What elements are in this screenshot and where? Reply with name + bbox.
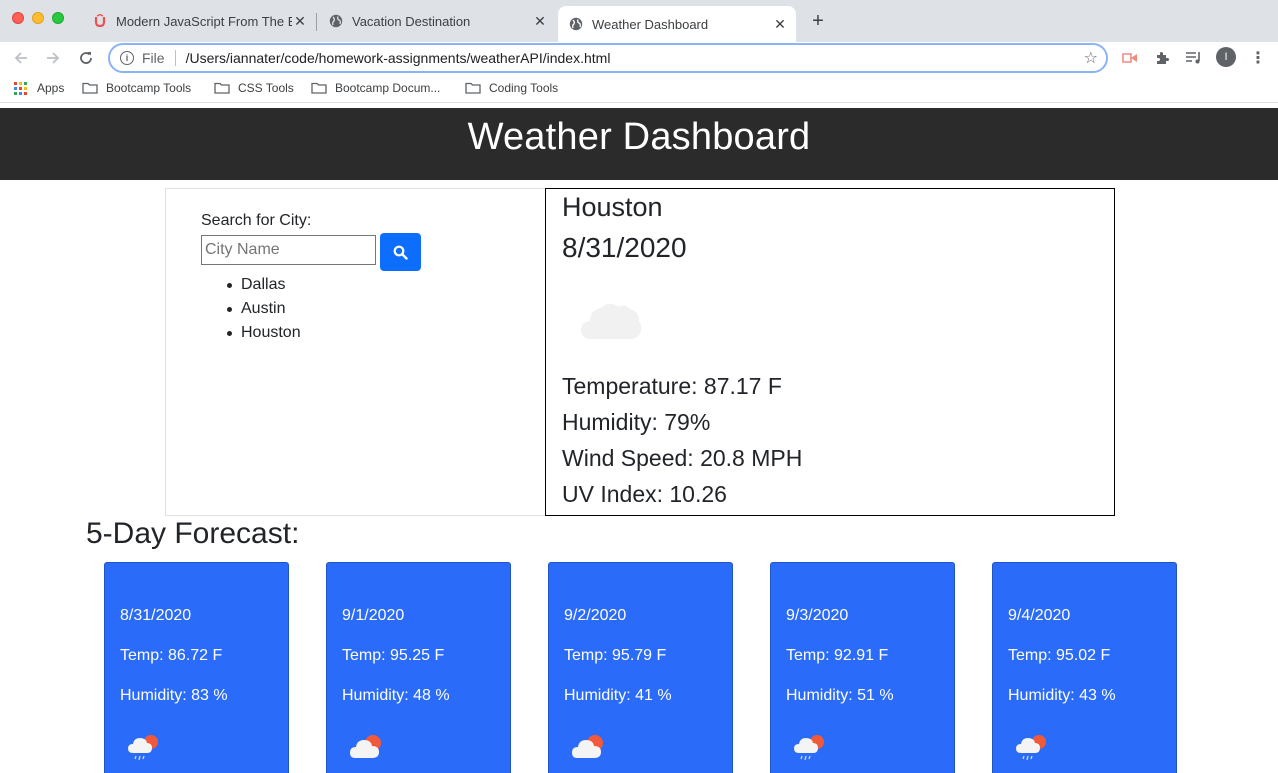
extension-icon[interactable] [1120,48,1140,68]
sun-cloud-icon [572,735,603,758]
sun-cloud-icon [350,735,381,758]
history-item-dallas[interactable]: Dallas [201,273,301,297]
current-wind-speed: Wind Speed: 20.8 MPH [562,445,803,471]
forecast-temp: Temp: 92.91 F [786,647,889,664]
search-button[interactable] [380,233,421,271]
bookmark-folder-css-tools[interactable]: CSS Tools [214,81,294,95]
bookmark-label: Bootcamp Tools [106,81,192,95]
folder-icon [214,82,230,94]
current-temperature: Temperature: 87.17 F [562,373,782,399]
current-city-name: Houston [562,192,663,222]
forecast-title: 5-Day Forecast: [86,517,300,550]
bookmark-folder-bootcamp-tools[interactable]: Bootcamp Tools [82,81,191,95]
tab-divider [316,13,317,31]
reload-icon [80,52,92,64]
bookmark-folder-bootcamp-docs[interactable]: Bootcamp Docum... [311,81,440,95]
history-item-austin[interactable]: Austin [201,297,301,321]
search-history-list: Dallas Austin Houston [201,273,301,345]
forward-arrow-icon [47,52,60,64]
bookmark-label: Apps [37,81,65,95]
address-scheme: File [142,50,165,66]
profile-avatar[interactable]: I [1216,47,1236,67]
forecast-card: 9/2/2020 Temp: 95.79 F Humidity: 41 % [548,562,733,773]
forecast-card: 9/4/2020 Temp: 95.02 F Humidity: 43 % [992,562,1177,773]
bookmark-label: CSS Tools [238,81,294,95]
forecast-humidity: Humidity: 83 % [120,687,228,704]
forecast-humidity: Humidity: 41 % [564,687,672,704]
media-queue-icon[interactable] [1184,48,1204,68]
browser-toolbar: i File /Users/iannater/code/homework-ass… [0,42,1278,74]
history-item-houston[interactable]: Houston [201,321,301,345]
folder-icon [465,82,481,94]
address-divider [174,50,176,66]
close-tab-icon[interactable]: ✕ [532,13,548,29]
search-icon [393,245,408,260]
city-search-input[interactable] [201,235,376,265]
forecast-date: 9/3/2020 [786,607,849,624]
forecast-temp: Temp: 95.25 F [342,647,445,664]
forecast-humidity: Humidity: 43 % [1008,687,1116,704]
extensions-puzzle-icon[interactable] [1152,48,1172,68]
tab-vacation-destination[interactable]: Vacation Destination ✕ [320,0,554,42]
sun-rain-cloud-icon [1016,735,1046,761]
current-humidity: Humidity: 79% [562,409,711,435]
tab-title: Modern JavaScript From The B [116,13,292,29]
current-date: 8/31/2020 [562,232,687,263]
forecast-date: 9/4/2020 [1008,607,1071,624]
udemy-icon [92,13,108,29]
bookmark-apps[interactable]: Apps [14,81,64,95]
tab-title: Weather Dashboard [592,16,709,32]
address-url: /Users/iannater/code/homework-assignment… [185,50,611,66]
close-tab-icon[interactable]: ✕ [772,16,788,32]
tab-udemy[interactable]: Modern JavaScript From The B ✕ [80,0,314,42]
bookmark-label: Bootcamp Docum... [335,81,441,95]
sun-rain-cloud-icon [794,735,824,761]
new-tab-button[interactable]: + [808,11,828,31]
apps-grid-icon [14,81,27,95]
forecast-temp: Temp: 86.72 F [120,647,223,664]
search-label: Search for City: [201,212,312,229]
forecast-temp: Temp: 95.79 F [564,647,667,664]
sun-rain-cloud-icon [128,735,158,761]
back-button[interactable] [10,47,32,69]
bookmarks-bar: Apps Bootcamp Tools CSS Tools Bootcamp D… [0,74,1278,103]
forecast-humidity: Humidity: 48 % [342,687,450,704]
forecast-card: 9/1/2020 Temp: 95.25 F Humidity: 48 % [326,562,511,773]
bookmark-star-icon[interactable]: ☆ [1084,48,1098,68]
current-uv-index: UV Index: 10.26 [562,481,727,507]
more-menu-icon[interactable]: ⋮ [1248,48,1268,68]
forecast-date: 8/31/2020 [120,607,192,624]
close-window-button[interactable] [12,12,24,24]
bookmark-label: Coding Tools [489,81,559,95]
cloud-icon [581,303,642,339]
reload-button[interactable] [75,47,97,69]
maximize-window-button[interactable] [52,12,64,24]
page-header: Weather Dashboard [0,108,1278,180]
folder-icon [82,82,98,94]
address-bar[interactable]: i File /Users/iannater/code/homework-ass… [108,43,1108,73]
globe-icon [328,13,344,29]
forecast-card: 9/3/2020 Temp: 92.91 F Humidity: 51 % [770,562,955,773]
forecast-temp: Temp: 95.02 F [1008,647,1111,664]
page-title: Weather Dashboard [467,116,811,158]
folder-icon [311,82,327,94]
current-weather-panel: Houston 8/31/2020 Temperature: 87.17 F H… [545,188,1115,516]
info-icon[interactable]: i [120,51,134,65]
forecast-date: 9/2/2020 [564,607,627,624]
forecast-date: 9/1/2020 [342,607,405,624]
forward-button[interactable] [42,47,64,69]
tab-weather-dashboard[interactable]: Weather Dashboard ✕ [558,6,796,42]
search-panel: Search for City: Dallas Austin Houston [165,188,546,516]
browser-tab-strip: Modern JavaScript From The B ✕ Vacation … [0,0,1278,42]
tab-title: Vacation Destination [352,13,471,29]
globe-icon [568,16,584,32]
close-tab-icon[interactable]: ✕ [292,13,308,29]
forecast-card: 8/31/2020 Temp: 86.72 F Humidity: 83 % [104,562,289,773]
minimize-window-button[interactable] [32,12,44,24]
bookmark-folder-coding-tools[interactable]: Coding Tools [465,81,558,95]
forecast-humidity: Humidity: 51 % [786,687,894,704]
back-arrow-icon [14,52,27,64]
